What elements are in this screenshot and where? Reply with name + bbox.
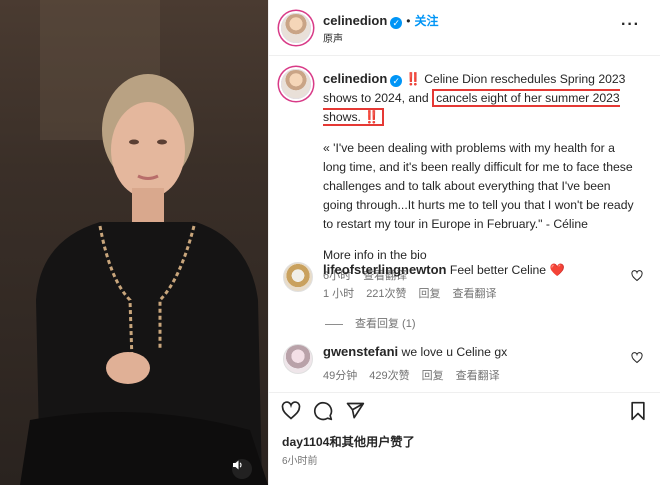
mute-button[interactable]: [232, 459, 252, 479]
translate-link[interactable]: 查看翻译: [453, 288, 497, 300]
reply-button[interactable]: 回复: [422, 370, 444, 382]
comment-meta: 1 小时 221次赞 回复 查看翻译: [323, 286, 623, 302]
video-player[interactable]: [0, 0, 268, 485]
commenter-username[interactable]: gwenstefani: [323, 344, 398, 359]
like-comment-icon[interactable]: [631, 352, 643, 367]
comment-body: lifeofsterlingnewton Feel better Celine …: [323, 262, 623, 302]
action-bar: [269, 392, 660, 428]
comment-time[interactable]: 49分钟: [323, 370, 357, 382]
audio-label[interactable]: 原声: [323, 30, 343, 45]
comment-meta: 49分钟 429次赞 回复 查看翻译: [323, 368, 623, 384]
comment-body: gwenstefani we love u Celine gx 49分钟 429次…: [323, 344, 623, 384]
bookmark-icon[interactable]: [629, 401, 647, 424]
reply-button[interactable]: 回复: [419, 288, 441, 300]
comment-likes[interactable]: 429次赞: [369, 370, 409, 382]
translate-link[interactable]: 查看翻译: [456, 370, 500, 382]
commenter-avatar[interactable]: [283, 344, 313, 374]
video-frame: [20, 0, 268, 485]
verified-icon: ✓: [390, 75, 403, 87]
heart-emoji: ❤️: [549, 263, 565, 277]
separator-dot: •: [406, 14, 411, 28]
caption-quote: « 'I've been dealing with problems with …: [323, 141, 634, 231]
replies-line: [325, 323, 343, 325]
post-header: celinedion ✓ • 关注 原声 ···: [269, 0, 660, 56]
more-options-icon[interactable]: ···: [621, 16, 640, 34]
post-panel: celinedion ✓ • 关注 原声 ··· celinedion ✓ ‼️ Cel…: [268, 0, 660, 485]
follow-button[interactable]: 关注: [415, 14, 439, 28]
view-replies-button[interactable]: 查看回复 (1): [325, 315, 416, 331]
comment-time[interactable]: 1 小时: [323, 288, 354, 300]
view-replies-label: 查看回复 (1): [355, 318, 416, 330]
comment-icon[interactable]: [313, 401, 333, 424]
caption-text: celinedion ✓ ‼️ Celine Dion reschedules S…: [323, 69, 641, 127]
comment-item: gwenstefani we love u Celine gx 49分钟 429次…: [279, 344, 651, 392]
author-avatar[interactable]: [281, 13, 311, 43]
commenter-username[interactable]: lifeofsterlingnewton: [323, 262, 447, 277]
like-comment-icon[interactable]: [631, 270, 643, 285]
caption-avatar[interactable]: [281, 69, 311, 99]
comment-item: lifeofsterlingnewton Feel better Celine …: [279, 262, 651, 312]
comment-text: Feel better Celine: [449, 263, 547, 277]
speaker-icon: [233, 460, 242, 470]
caption: celinedion ✓ ‼️ Celine Dion reschedules S…: [323, 69, 641, 286]
like-heart-icon[interactable]: [281, 401, 301, 424]
commenter-avatar[interactable]: [283, 262, 313, 292]
share-icon[interactable]: [345, 401, 365, 424]
comment-likes[interactable]: 221次赞: [366, 288, 406, 300]
caption-username[interactable]: celinedion: [323, 71, 387, 86]
author-username[interactable]: celinedion: [323, 13, 387, 28]
posted-time[interactable]: 6小时前: [282, 452, 318, 467]
verified-icon: ✓: [390, 17, 403, 29]
comments-section[interactable]: celinedion ✓ ‼️ Celine Dion reschedules S…: [269, 57, 660, 392]
likes-summary[interactable]: day1104和其他用户赞了: [282, 432, 415, 450]
comment-text: we love u Celine gx: [401, 345, 508, 359]
